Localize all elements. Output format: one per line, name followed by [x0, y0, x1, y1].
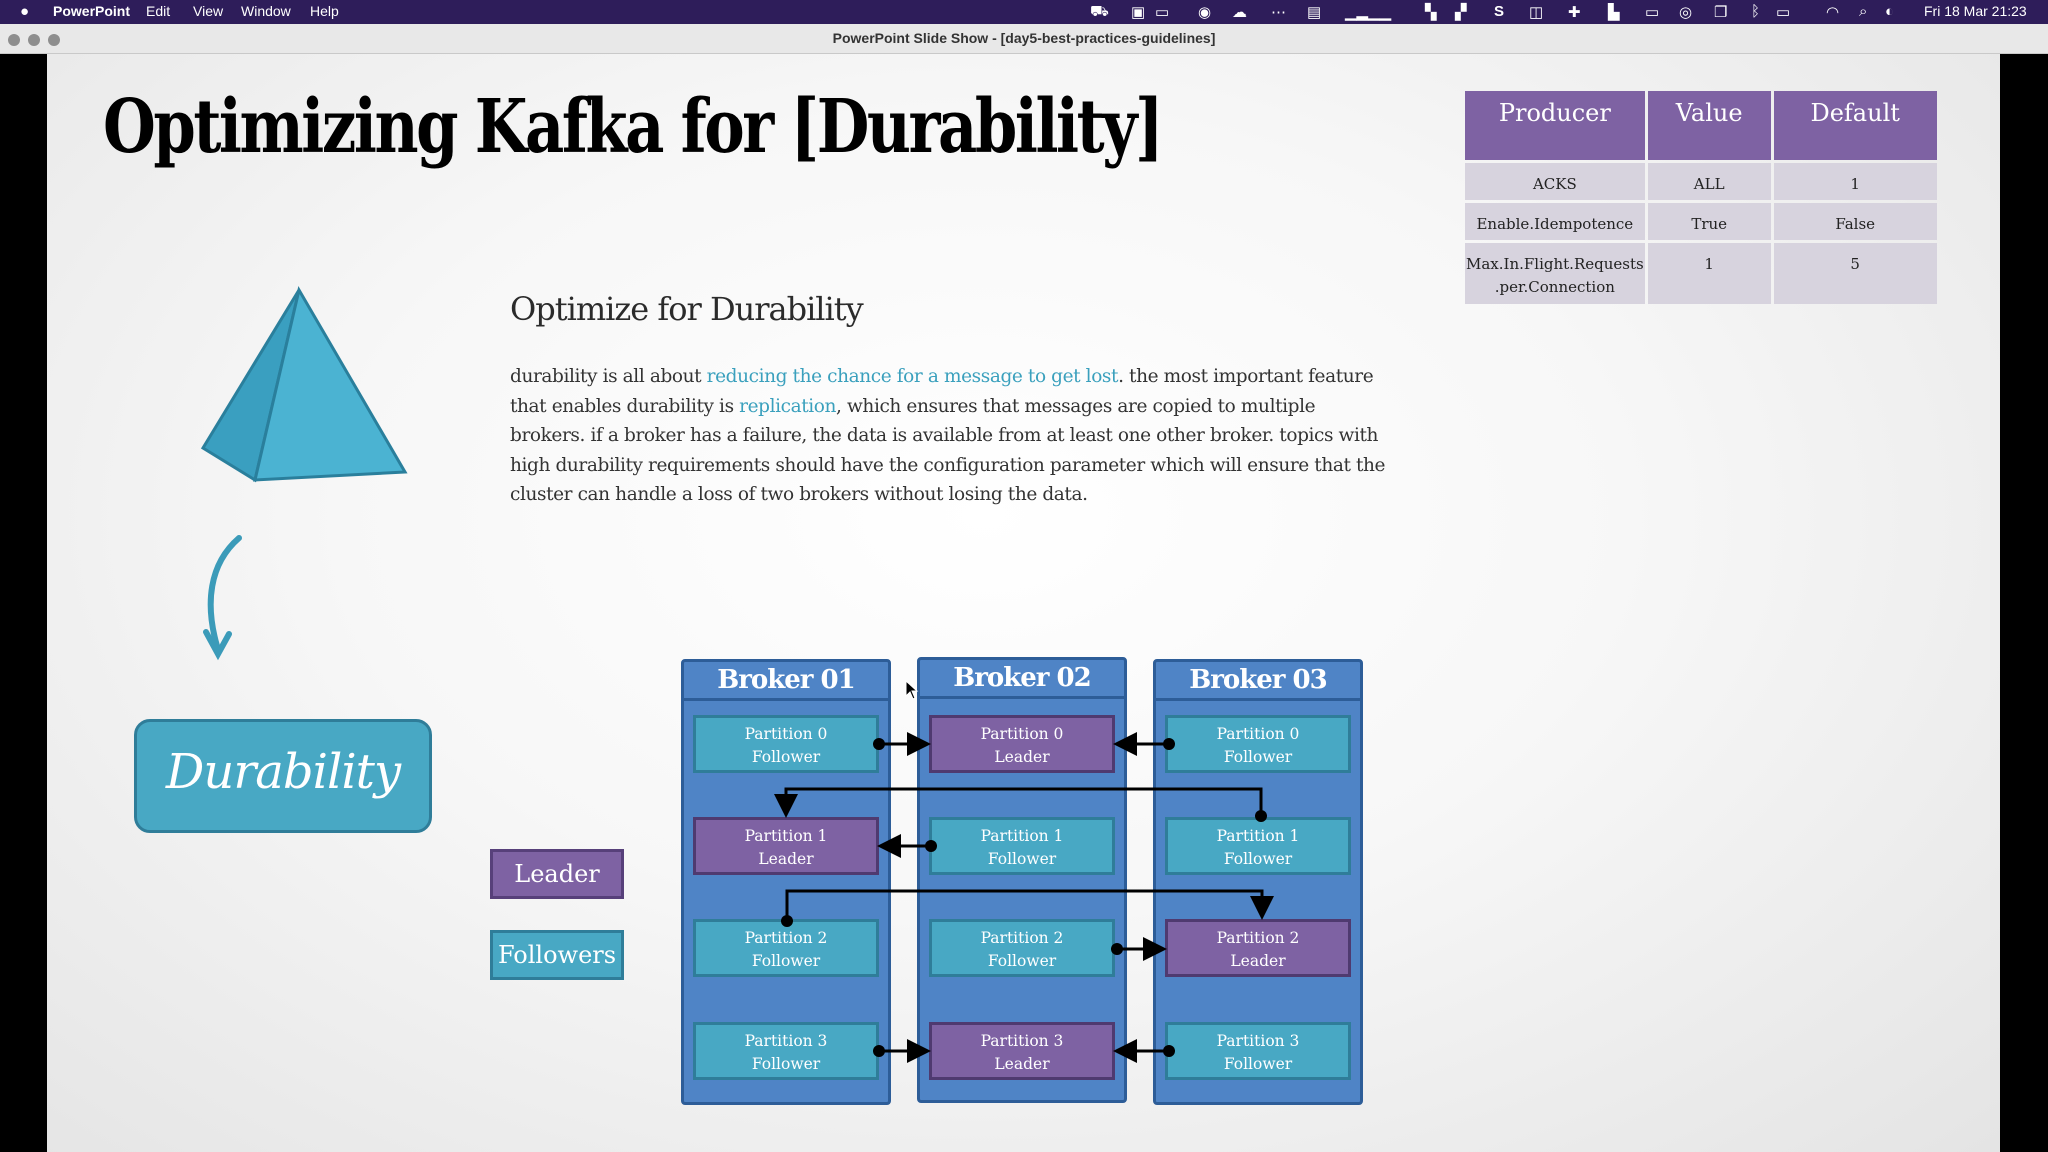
search-icon[interactable]: ⌕: [1859, 3, 1867, 20]
table-header: Default: [1773, 91, 1937, 160]
table-cell: Enable.Idempotence: [1465, 203, 1645, 240]
table-cell: ACKS: [1465, 163, 1645, 200]
table-row: ACKS ALL 1: [1465, 163, 1937, 200]
window-title: PowerPoint Slide Show - [day5-best-pract…: [832, 30, 1216, 46]
table-header: Value: [1647, 91, 1771, 160]
layout-icon[interactable]: ▙: [1608, 3, 1620, 21]
menu-edit[interactable]: Edit: [146, 3, 170, 19]
display-icon[interactable]: ▤: [1307, 3, 1321, 21]
control-center-icon[interactable]: ◐: [1885, 3, 1894, 20]
stack-icon[interactable]: ▭: [1645, 3, 1659, 21]
window-title-bar: PowerPoint Slide Show - [day5-best-pract…: [0, 24, 2048, 54]
menu-window[interactable]: Window: [241, 3, 291, 19]
table-cell: Max.In.Flight.Requests .per.Connection: [1465, 243, 1645, 304]
apple-logo-icon[interactable]: ●: [20, 3, 29, 20]
screen-icon[interactable]: ▣: [1131, 3, 1145, 21]
grammarly-icon[interactable]: ◉: [1198, 3, 1211, 21]
window-icon[interactable]: ▭: [1155, 3, 1169, 21]
copy-icon[interactable]: ❐: [1714, 3, 1727, 21]
app-menu[interactable]: PowerPoint: [53, 3, 130, 19]
battery-icon[interactable]: ▭: [1776, 3, 1790, 21]
table-header-row: Producer Value Default: [1465, 91, 1937, 160]
wifi-icon[interactable]: ◠: [1826, 3, 1839, 21]
slide[interactable]: Optimizing Kafka for [Durability] Durabi…: [47, 54, 2000, 1152]
chart-icon[interactable]: ▚: [1425, 3, 1437, 21]
car-icon[interactable]: ⛟: [1090, 3, 1109, 22]
table-row: Enable.Idempotence True False: [1465, 203, 1937, 240]
table-cell: 1: [1773, 163, 1937, 200]
skype-icon[interactable]: S: [1494, 3, 1504, 20]
menu-help[interactable]: Help: [310, 3, 339, 19]
table-cell: True: [1647, 203, 1771, 240]
producer-config-table: Producer Value Default ACKS ALL 1 Enable…: [1462, 88, 1940, 307]
cpu-graph-icon[interactable]: ▁▂▁▁: [1345, 3, 1391, 21]
table-cell: 1: [1647, 243, 1771, 304]
bluetooth-icon[interactable]: ᛒ: [1751, 3, 1760, 20]
table-cell: ALL: [1647, 163, 1771, 200]
cast-icon[interactable]: ◫: [1529, 3, 1543, 21]
plus-icon[interactable]: ✚: [1568, 3, 1581, 21]
dots-icon[interactable]: ⋯: [1271, 3, 1286, 21]
chart2-icon[interactable]: ▞: [1455, 3, 1467, 21]
mouse-pointer-icon: [905, 680, 919, 700]
play-icon[interactable]: ◎: [1679, 3, 1692, 21]
table-row: Max.In.Flight.Requests .per.Connection 1…: [1465, 243, 1937, 304]
cloud-icon[interactable]: ☁: [1232, 3, 1247, 21]
table-cell: False: [1773, 203, 1937, 240]
table-cell: 5: [1773, 243, 1937, 304]
menu-view[interactable]: View: [193, 3, 223, 19]
menu-bar: ● PowerPoint Edit View Window Help ⛟ ▣ ▭…: [0, 0, 2048, 24]
clock[interactable]: Fri 18 Mar 21:23: [1924, 3, 2027, 19]
table-header: Producer: [1465, 91, 1645, 160]
